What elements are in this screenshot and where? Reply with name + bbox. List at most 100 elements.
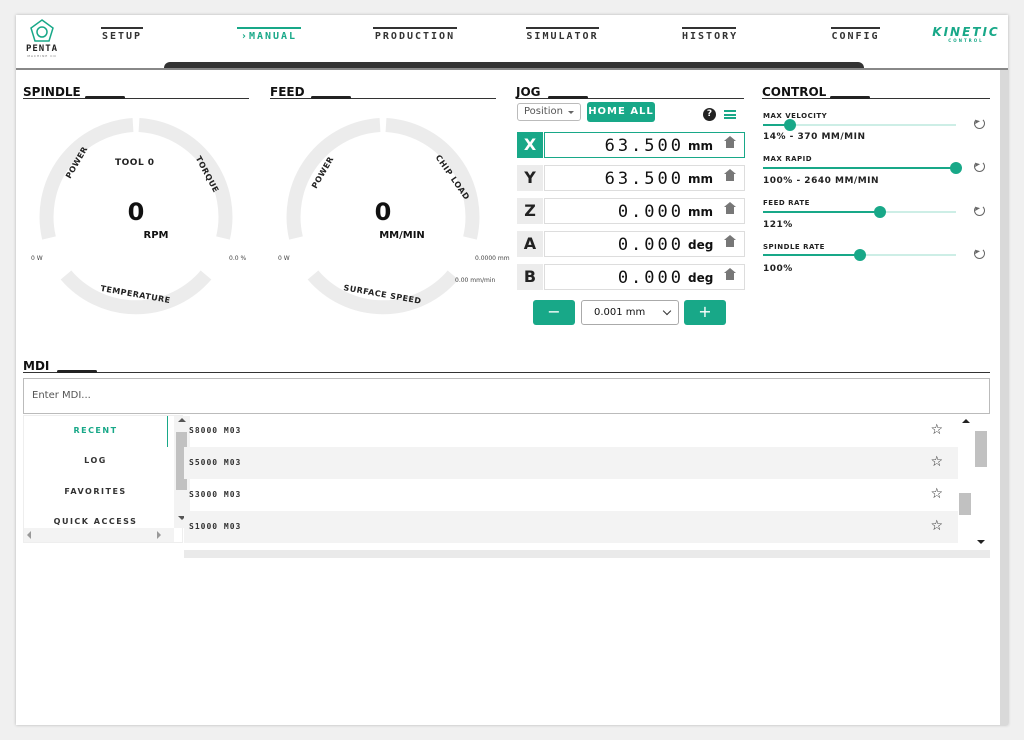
jog-step-select[interactable]: 0.001 mm — [581, 300, 679, 325]
chevron-down-icon — [662, 306, 672, 316]
axis-label: Z — [517, 198, 543, 224]
reset-icon[interactable] — [974, 205, 985, 216]
list-hscrollbar[interactable] — [184, 550, 990, 558]
reset-icon[interactable] — [974, 248, 985, 259]
spindle-header: SPINDLE — [23, 81, 249, 99]
slider-knob[interactable] — [873, 206, 886, 218]
nav-manual[interactable]: ›MANUAL — [237, 27, 301, 47]
brand-title: KINETIC — [932, 25, 1000, 39]
scroll-thumb[interactable] — [959, 493, 971, 515]
logo-subtitle: MACHINE CO — [27, 54, 57, 58]
axis-value-box[interactable]: 63.500 mm — [544, 132, 745, 158]
list-item[interactable]: S8000 M03 ☆ — [184, 415, 958, 447]
axis-value[interactable]: 63.500 — [605, 136, 684, 156]
scroll-down-icon[interactable] — [977, 540, 985, 544]
home-icon[interactable] — [724, 136, 736, 150]
nav-divider — [16, 68, 1008, 70]
mdi-tabs: RECENT LOG FAVORITES QUICK ACCESS — [23, 415, 190, 543]
axis-row-x[interactable]: X 63.500 mm — [517, 132, 745, 158]
home-icon[interactable] — [724, 169, 736, 183]
nav-setup[interactable]: SETUP — [101, 27, 143, 47]
nav-simulator[interactable]: SIMULATOR — [526, 27, 599, 47]
max-rapid-value: 100% - 2640 MM/MIN — [763, 176, 880, 186]
feed-value: 0 — [374, 198, 392, 226]
home-icon[interactable] — [724, 202, 736, 216]
feed-rate-slider[interactable] — [763, 206, 956, 218]
spindle-rpm-unit: RPM — [143, 230, 169, 241]
axis-label: A — [517, 231, 543, 257]
home-all-button[interactable]: HOME ALL — [587, 102, 655, 122]
mdi-command: S3000 M03 — [189, 490, 242, 499]
max-velocity-label: MAX VELOCITY — [763, 112, 828, 120]
spindle-rate-slider[interactable] — [763, 249, 956, 261]
tab-log[interactable]: LOG — [24, 456, 167, 465]
slider-knob[interactable] — [853, 249, 866, 261]
scroll-right-icon[interactable] — [157, 531, 161, 539]
scroll-thumb[interactable] — [975, 431, 987, 467]
scroll-up-icon[interactable] — [962, 419, 970, 423]
feed-rate-label: FEED RATE — [763, 199, 810, 207]
star-icon[interactable]: ☆ — [930, 422, 944, 438]
max-velocity-slider[interactable] — [763, 119, 956, 131]
tab-quick-access[interactable]: QUICK ACCESS — [24, 517, 167, 526]
axis-value-box[interactable]: 63.500 mm — [544, 165, 745, 191]
jog-title: JOG — [516, 85, 541, 99]
axis-value-box[interactable]: 0.000 deg — [544, 264, 745, 290]
jog-mode-select[interactable]: Position — [517, 103, 581, 121]
tab-favorites[interactable]: FAVORITES — [24, 487, 167, 496]
jog-header: JOG — [516, 81, 744, 99]
feed-unit: MM/MIN — [379, 230, 425, 241]
penta-logo[interactable]: PENTA MACHINE CO — [24, 19, 60, 65]
axis-value-box[interactable]: 0.000 mm — [544, 198, 745, 224]
star-icon[interactable]: ☆ — [930, 518, 944, 534]
axis-unit: deg — [688, 271, 714, 285]
nav-history[interactable]: HISTORY — [682, 27, 736, 47]
axis-value[interactable]: 63.500 — [605, 169, 684, 189]
slider-knob[interactable] — [950, 162, 962, 174]
nav-production[interactable]: PRODUCTION — [373, 27, 457, 47]
reset-icon[interactable] — [974, 118, 985, 129]
axis-row-a[interactable]: A 0.000 deg — [517, 231, 745, 257]
help-icon[interactable]: ? — [703, 108, 716, 121]
spindle-power-min: 0 W — [31, 255, 43, 262]
scroll-left-icon[interactable] — [27, 531, 31, 539]
window-edge — [1000, 70, 1008, 725]
mdi-input[interactable]: Enter MDI... — [23, 378, 990, 414]
jog-minus-button[interactable]: − — [533, 300, 575, 325]
max-rapid-slider[interactable] — [763, 162, 962, 174]
spindle-rate-value: 100% — [763, 264, 793, 274]
reset-icon[interactable] — [974, 161, 985, 172]
star-icon[interactable]: ☆ — [930, 454, 944, 470]
menu-icon[interactable] — [724, 110, 736, 119]
mdi-command: S8000 M03 — [189, 426, 242, 435]
list-scrollbar[interactable] — [959, 415, 990, 550]
feed-title: FEED — [270, 85, 305, 99]
mdi-header: MDI — [23, 355, 990, 373]
axis-value-box[interactable]: 0.000 deg — [544, 231, 745, 257]
home-icon[interactable] — [724, 268, 736, 282]
mdi-command: S1000 M03 — [189, 522, 242, 531]
axis-row-b[interactable]: B 0.000 deg — [517, 264, 745, 290]
axis-row-y[interactable]: Y 63.500 mm — [517, 165, 745, 191]
list-item[interactable]: S1000 M03 ☆ — [184, 511, 958, 543]
spindle-tool-label: TOOL 0 — [115, 158, 155, 168]
star-icon[interactable]: ☆ — [930, 486, 944, 502]
tabs-hscrollbar[interactable] — [24, 528, 174, 542]
feed-chipload-min: 0.0000 mm — [475, 255, 510, 262]
axis-value[interactable]: 0.000 — [618, 235, 684, 255]
tab-recent[interactable]: RECENT — [24, 426, 167, 435]
slider-knob[interactable] — [784, 119, 797, 131]
jog-plus-button[interactable]: + — [684, 300, 726, 325]
max-rapid-label: MAX RAPID — [763, 155, 813, 163]
axis-value[interactable]: 0.000 — [618, 268, 684, 288]
list-item[interactable]: S3000 M03 ☆ — [184, 479, 958, 511]
list-item[interactable]: S5000 M03 ☆ — [184, 447, 958, 479]
penta-logo-icon — [30, 19, 54, 42]
control-header: CONTROL — [762, 81, 990, 99]
nav-config[interactable]: CONFIG — [831, 27, 880, 47]
axis-value[interactable]: 0.000 — [618, 202, 684, 222]
top-nav: PENTA MACHINE CO SETUP ›MANUAL PRODUCTIO… — [16, 15, 1008, 70]
home-icon[interactable] — [724, 235, 736, 249]
axis-row-z[interactable]: Z 0.000 mm — [517, 198, 745, 224]
spindle-rate-label: SPINDLE RATE — [763, 243, 825, 251]
